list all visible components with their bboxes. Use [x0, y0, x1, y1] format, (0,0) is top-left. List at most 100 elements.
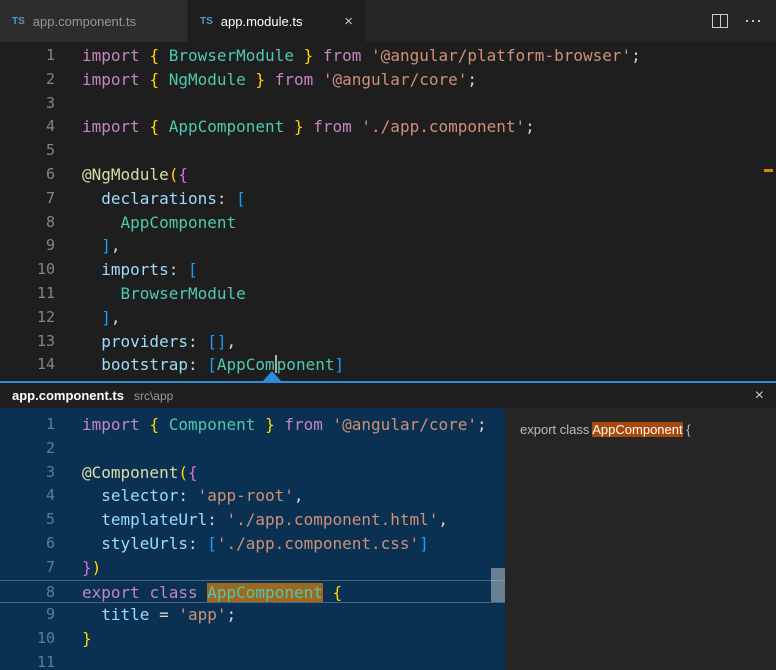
code-text: selector: 'app-root', — [82, 484, 304, 508]
line-number: 10 — [0, 258, 82, 282]
line-number: 8 — [0, 211, 82, 235]
code-line[interactable]: 8export class AppComponent { — [0, 580, 505, 604]
code-token: : — [217, 189, 236, 208]
result-match-text: AppComponent — [592, 422, 682, 437]
line-number: 7 — [0, 187, 82, 211]
code-text: templateUrl: './app.component.html', — [82, 508, 448, 532]
code-token: @NgModule — [82, 165, 169, 184]
line-number: 6 — [0, 532, 82, 556]
code-line[interactable]: 11 — [0, 651, 505, 670]
editor-app-module[interactable]: 1import { BrowserModule } from '@angular… — [0, 42, 776, 381]
code-line[interactable]: 10 imports: [ — [0, 258, 776, 282]
code-line[interactable]: 7}) — [0, 556, 505, 580]
code-token: providers — [101, 332, 188, 351]
code-line[interactable]: 9 title = 'app'; — [0, 603, 505, 627]
code-token: BrowserModule — [121, 284, 246, 303]
code-token: ] — [101, 236, 111, 255]
tab-label: app.component.ts — [33, 14, 136, 29]
line-number: 5 — [0, 139, 82, 163]
code-text: @NgModule({ — [82, 163, 188, 187]
code-token — [159, 46, 169, 65]
code-token: : — [178, 486, 197, 505]
code-token: templateUrl — [101, 510, 207, 529]
code-token — [140, 117, 150, 136]
code-token: class — [149, 583, 197, 602]
code-line[interactable]: 3 — [0, 92, 776, 116]
tab-label: app.module.ts — [221, 14, 303, 29]
code-token: , — [111, 236, 121, 255]
code-line[interactable]: 7 declarations: [ — [0, 187, 776, 211]
code-token: import — [82, 70, 140, 89]
code-line[interactable]: 6 styleUrls: ['./app.component.css'] — [0, 532, 505, 556]
code-token: import — [82, 117, 140, 136]
code-token: AppComponent — [121, 213, 237, 232]
code-token: AppComponent — [169, 117, 285, 136]
code-line[interactable]: 2 — [0, 437, 505, 461]
code-token: } — [265, 415, 275, 434]
code-token: [ — [236, 189, 246, 208]
code-token: [ — [207, 355, 217, 374]
peek-definition-view: app.component.ts src\app × 1import { Com… — [0, 381, 776, 670]
line-number: 1 — [0, 413, 82, 437]
code-token: } — [82, 629, 92, 648]
tab-app-module-ts[interactable]: TS app.module.ts × — [188, 0, 366, 42]
code-line[interactable]: 5 — [0, 139, 776, 163]
close-tab-icon[interactable]: × — [344, 14, 353, 29]
close-peek-icon[interactable]: × — [755, 388, 764, 404]
code-token: } — [82, 558, 92, 577]
code-token: selector — [101, 486, 178, 505]
peek-result-item[interactable]: export class AppComponent { — [505, 418, 776, 441]
code-line[interactable]: 4 selector: 'app-root', — [0, 484, 505, 508]
code-token — [265, 70, 275, 89]
code-token: : — [188, 534, 207, 553]
code-token — [82, 308, 101, 327]
code-line[interactable]: 12 ], — [0, 306, 776, 330]
code-line[interactable]: 3@Component({ — [0, 461, 505, 485]
code-token: './app.component.html' — [227, 510, 439, 529]
code-line[interactable]: 10} — [0, 627, 505, 651]
code-token — [284, 117, 294, 136]
code-text: import { AppComponent } from './app.comp… — [82, 115, 535, 139]
code-text: BrowserModule — [82, 282, 246, 306]
code-line[interactable]: 5 templateUrl: './app.component.html', — [0, 508, 505, 532]
code-line[interactable]: 9 ], — [0, 234, 776, 258]
line-number: 11 — [0, 282, 82, 306]
code-line[interactable]: 6@NgModule({ — [0, 163, 776, 187]
code-line[interactable]: 8 AppComponent — [0, 211, 776, 235]
code-token: { — [332, 583, 342, 602]
code-line[interactable]: 13 providers: [], — [0, 330, 776, 354]
code-token: bootstrap — [101, 355, 188, 374]
code-token — [82, 213, 121, 232]
code-token: '@angular/core' — [333, 415, 478, 434]
code-token — [294, 46, 304, 65]
more-actions-icon[interactable]: ⋯ — [744, 12, 762, 30]
line-number: 4 — [0, 484, 82, 508]
split-editor-icon[interactable] — [712, 14, 728, 28]
code-token: from — [275, 70, 314, 89]
peek-scrollbar-thumb[interactable] — [491, 568, 505, 602]
code-line[interactable]: 4import { AppComponent } from './app.com… — [0, 115, 776, 139]
code-token: NgModule — [169, 70, 246, 89]
code-token: ( — [178, 463, 188, 482]
code-token: from — [323, 46, 362, 65]
code-line[interactable]: 2import { NgModule } from '@angular/core… — [0, 68, 776, 92]
code-token: ponent — [277, 355, 335, 374]
code-line[interactable]: 1import { Component } from '@angular/cor… — [0, 413, 505, 437]
code-line[interactable]: 11 BrowserModule — [0, 282, 776, 306]
result-text: { — [683, 422, 691, 437]
code-token: , — [294, 486, 304, 505]
code-token: ] — [334, 355, 344, 374]
code-line[interactable]: 1import { BrowserModule } from '@angular… — [0, 44, 776, 68]
code-token: } — [294, 117, 304, 136]
peek-editor[interactable]: 1import { Component } from '@angular/cor… — [0, 408, 505, 670]
peek-arrow — [263, 371, 281, 381]
line-number: 10 — [0, 627, 82, 651]
line-number: 9 — [0, 603, 82, 627]
code-token: , — [111, 308, 121, 327]
code-token — [313, 46, 323, 65]
code-line[interactable]: 14 bootstrap: [AppComponent] — [0, 353, 776, 377]
tab-app-component-ts[interactable]: TS app.component.ts — [0, 0, 188, 42]
code-token: 'app-root' — [198, 486, 294, 505]
peek-results-list: export class AppComponent { — [505, 408, 776, 670]
code-token — [82, 510, 101, 529]
